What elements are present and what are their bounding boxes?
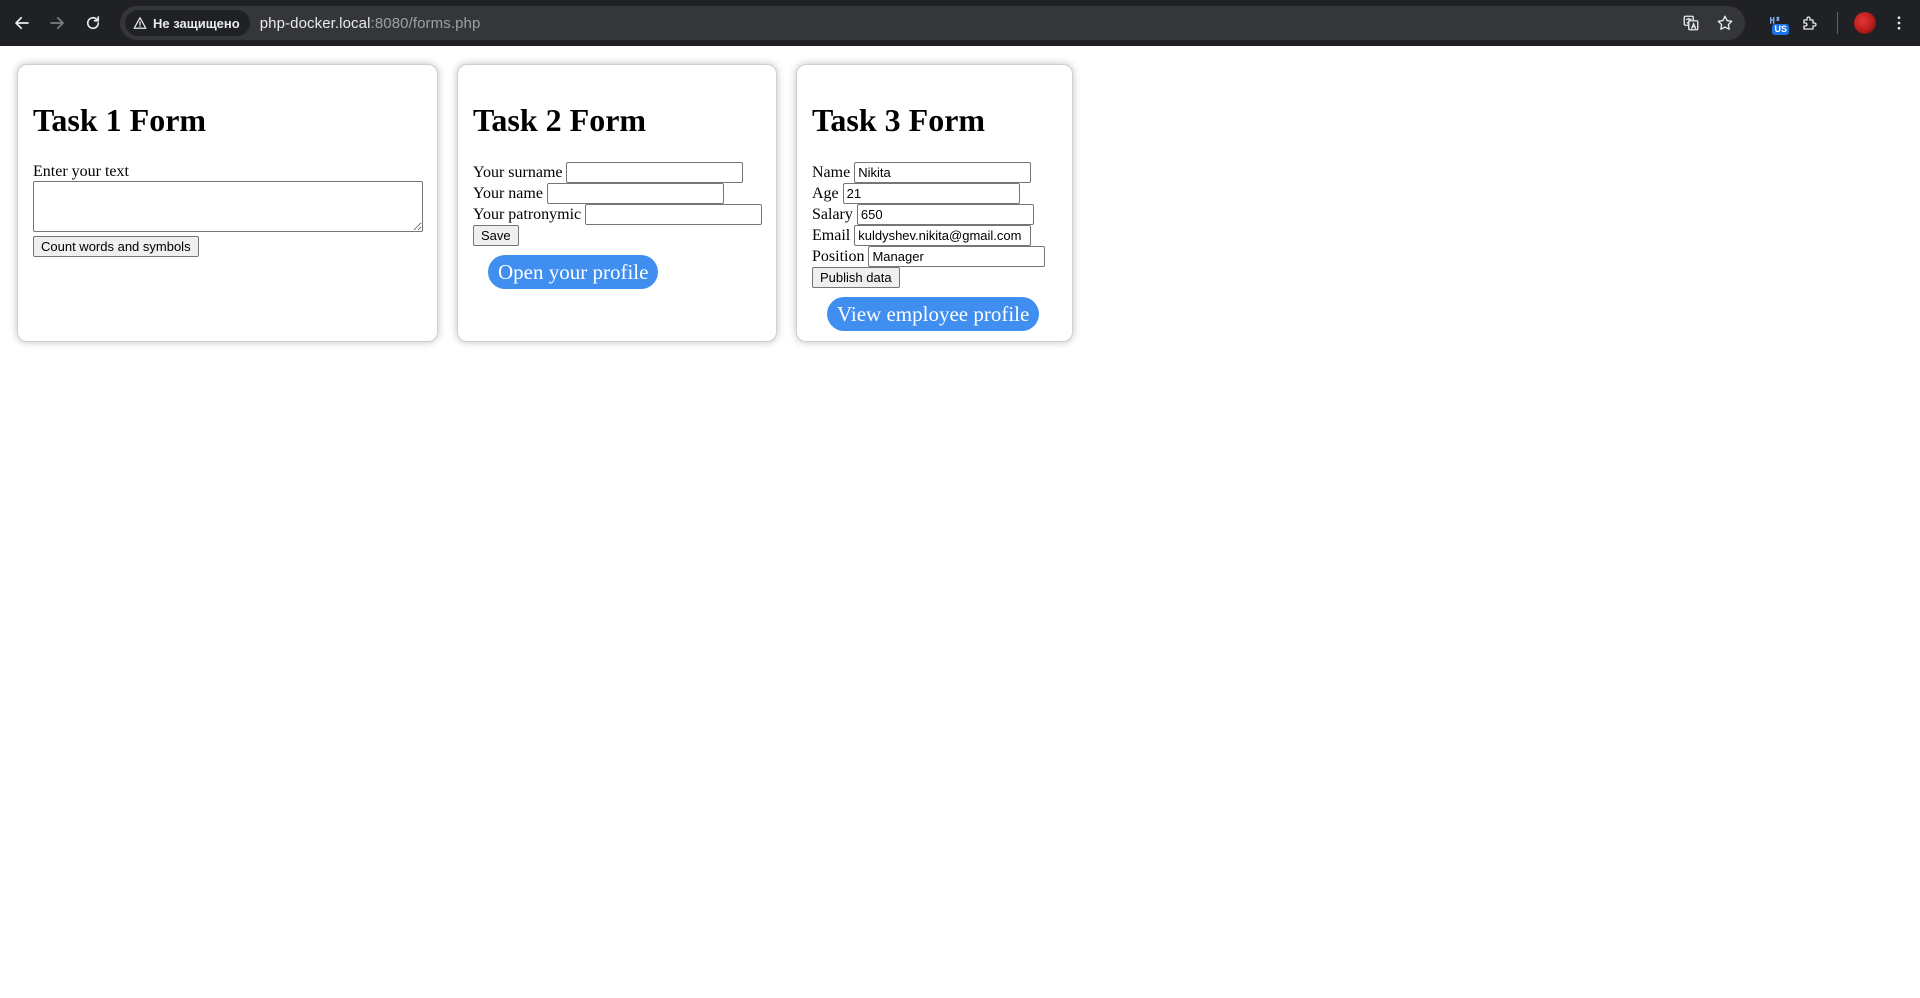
browser-toolbar: Не защищено php-docker.local:8080/forms.…: [0, 0, 1920, 46]
age-label: Age: [812, 184, 839, 202]
security-label: Не защищено: [153, 15, 240, 31]
task3-title: Task 3 Form: [812, 102, 986, 138]
employee-name-label: Name: [812, 163, 851, 181]
email-input[interactable]: [854, 225, 1032, 246]
patronymic-input[interactable]: [585, 204, 763, 225]
position-input[interactable]: [868, 246, 1046, 267]
email-label: Email: [812, 226, 851, 244]
open-profile-button[interactable]: Open your profile: [488, 255, 659, 289]
salary-row: Salary: [812, 204, 1057, 225]
translate-icon[interactable]: [1681, 13, 1701, 33]
extension-icon[interactable]: US: [1759, 6, 1793, 40]
name-input[interactable]: [546, 183, 724, 204]
profile-button[interactable]: [1848, 6, 1882, 40]
task1-card: Task 1 Form Enter your text Count words …: [17, 64, 438, 342]
save-button[interactable]: Save: [473, 225, 519, 246]
reload-icon[interactable]: [75, 5, 111, 41]
surname-label: Your surname: [473, 163, 563, 181]
name-row: Your name: [473, 183, 761, 204]
salary-label: Salary: [812, 205, 853, 223]
surname-row: Your surname: [473, 162, 761, 183]
forward-arrow-icon[interactable]: [39, 5, 75, 41]
name-label: Your name: [473, 184, 543, 202]
kebab-menu-icon[interactable]: [1882, 6, 1916, 40]
back-arrow-icon[interactable]: [4, 5, 40, 41]
task1-textarea[interactable]: [33, 181, 423, 232]
position-row: Position: [812, 246, 1057, 267]
task1-title: Task 1 Form: [33, 102, 207, 138]
surname-input[interactable]: [566, 162, 744, 183]
url-path: :8080/forms.php: [370, 14, 481, 32]
position-label: Position: [812, 247, 865, 265]
url-text[interactable]: php-docker.local:8080/forms.php: [260, 15, 481, 32]
patronymic-label: Your patronymic: [473, 205, 582, 223]
count-words-button[interactable]: Count words and symbols: [33, 236, 199, 257]
publish-data-button[interactable]: Publish data: [812, 267, 900, 288]
url-host: php-docker.local: [259, 14, 371, 32]
puzzle-icon[interactable]: [1793, 6, 1827, 40]
email-row: Email: [812, 225, 1057, 246]
task1-text-label: Enter your text: [33, 163, 129, 180]
warning-triangle-icon: [133, 17, 147, 29]
star-icon[interactable]: [1715, 13, 1735, 33]
task3-card: Task 3 Form Name Age Salary Email Positi…: [796, 64, 1073, 342]
employee-name-row: Name: [812, 162, 1057, 183]
address-bar[interactable]: Не защищено php-docker.local:8080/forms.…: [120, 6, 1745, 40]
task2-title: Task 2 Form: [473, 102, 647, 138]
view-employee-profile-button[interactable]: View employee profile: [827, 297, 1040, 331]
patronymic-row: Your patronymic: [473, 204, 763, 225]
security-chip[interactable]: Не защищено: [125, 10, 250, 36]
age-input[interactable]: [842, 183, 1020, 204]
employee-name-input[interactable]: [854, 162, 1032, 183]
age-row: Age: [812, 183, 1057, 204]
task2-card: Task 2 Form Your surname Your name Your …: [457, 64, 777, 342]
avatar: [1854, 12, 1876, 34]
salary-input[interactable]: [856, 204, 1034, 225]
toolbar-divider: [1837, 12, 1838, 34]
extension-badge: US: [1772, 24, 1789, 35]
page-content: Task 1 Form Enter your text Count words …: [0, 46, 1920, 998]
